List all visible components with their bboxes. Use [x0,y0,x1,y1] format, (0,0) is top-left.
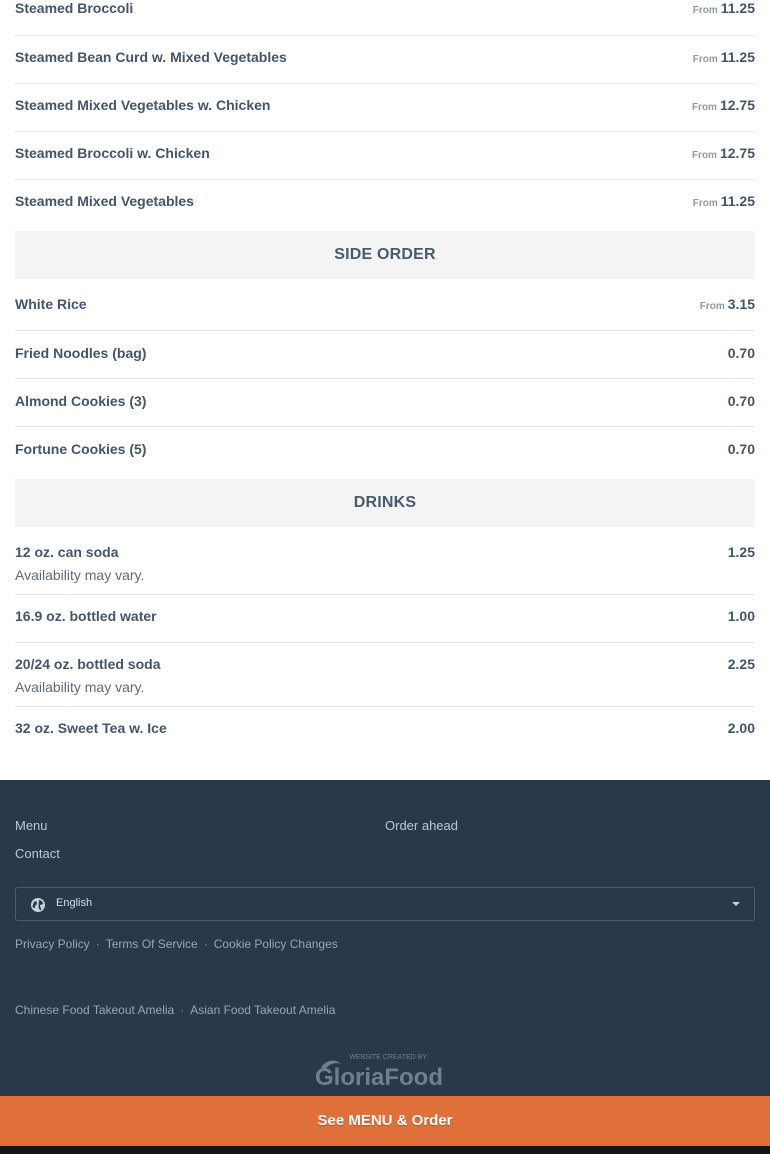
item-price: From 3.15 [700,296,755,312]
cookie-policy-link[interactable]: Cookie Policy Changes [214,937,338,951]
separator-dot: · [203,937,208,951]
footer-link-contact[interactable]: Contact [15,846,60,861]
menu-item[interactable]: Almond Cookies (3) 0.70 [15,379,755,427]
seo-link-asian-food[interactable]: Asian Food Takeout Amelia [190,1003,335,1017]
menu-item[interactable]: Fortune Cookies (5) 0.70 [15,427,755,479]
gloriafood-logo[interactable]: WEBSITE CREATED BY GloriaFood [315,1052,457,1091]
from-label: From [692,54,718,65]
from-label: From [691,150,717,161]
separator-dot: · [95,937,100,951]
item-name: Steamed Broccoli [15,0,134,16]
see-menu-order-button[interactable]: See MENU & Order [0,1096,770,1146]
seo-link-chinese-food[interactable]: Chinese Food Takeout Amelia [15,1003,174,1017]
item-name: Steamed Bean Curd w. Mixed Vegetables [15,49,287,65]
item-price: From 12.75 [692,145,755,161]
item-price: 1.00 [727,608,755,624]
item-description: Availability may vary. [15,679,145,695]
terms-of-service-link[interactable]: Terms Of Service [106,937,198,951]
caret-down-icon [732,902,740,906]
item-name: 32 oz. Sweet Tea w. Ice [15,720,167,736]
item-price: 1.25 [727,544,755,560]
language-value: English [56,897,93,909]
item-price: 0.70 [727,345,755,361]
from-label: From [692,5,718,16]
item-price: 2.25 [727,656,755,672]
item-price: From 11.25 [693,49,755,65]
menu-item[interactable]: Steamed Mixed Vegetables From 11.25 [15,180,755,231]
menu-item[interactable]: 16.9 oz. bottled water 1.00 [15,595,755,643]
item-name: Fried Noodles (bag) [15,345,147,361]
menu-item[interactable]: White Rice From 3.15 [15,279,755,331]
item-name: 16.9 oz. bottled water [15,608,157,624]
price-value: 12.75 [719,97,755,113]
price-value: 11.25 [720,193,755,209]
from-label: From [699,301,725,312]
from-label: From [691,102,717,113]
item-name: 20/24 oz. bottled soda [15,656,161,672]
item-name: Steamed Mixed Vegetables w. Chicken [15,97,271,113]
menu-item[interactable]: Steamed Mixed Vegetables w. Chicken From… [15,84,755,132]
footer-link-menu[interactable]: Menu [15,818,48,833]
menu-item[interactable]: Steamed Broccoli From 11.25 [15,0,755,36]
seo-links: Chinese Food Takeout Amelia · Asian Food T… [15,1003,335,1017]
item-name: Steamed Broccoli w. Chicken [15,145,210,161]
item-price: 0.70 [727,393,755,409]
menu-item[interactable]: 12 oz. can soda Availability may vary. 1… [15,527,755,595]
item-name: White Rice [15,296,87,312]
item-name: Almond Cookies (3) [15,393,147,409]
price-value: 3.15 [727,296,755,312]
price-value: 12.75 [719,145,755,161]
item-price: From 11.25 [693,193,755,209]
from-label: From [692,198,718,209]
menu-item[interactable]: Steamed Bean Curd w. Mixed Vegetables Fr… [15,36,755,84]
price-value: 11.25 [720,0,755,16]
brand-name: GloriaFood [315,1064,443,1088]
bottom-edge [0,1146,770,1154]
legal-links: Privacy Policy · Terms Of Service · Cookie P… [15,937,338,951]
footer-link-order-ahead[interactable]: Order ahead [385,818,458,833]
menu-item[interactable]: 20/24 oz. bottled soda Availability may … [15,643,755,707]
menu-item[interactable]: Steamed Broccoli w. Chicken From 12.75 [15,132,755,180]
item-name: 12 oz. can soda [15,544,119,560]
section-header-side-order: SIDE ORDER [15,231,755,279]
item-name: Steamed Mixed Vegetables [15,193,194,209]
price-value: 11.25 [720,49,755,65]
item-name: Fortune Cookies (5) [15,441,147,457]
privacy-policy-link[interactable]: Privacy Policy [15,937,90,951]
item-price: From 12.75 [692,97,755,113]
item-price: From 11.25 [693,0,755,16]
menu-item[interactable]: Fried Noodles (bag) 0.70 [15,331,755,379]
menu-list: Steamed Broccoli From 11.25 Steamed Bean … [15,0,755,754]
item-price: 2.00 [727,720,755,736]
item-description: Availability may vary. [15,567,145,583]
section-header-drinks: DRINKS [15,479,755,527]
brand-tagline: WEBSITE CREATED BY [349,1054,427,1061]
item-price: 0.70 [727,441,755,457]
globe-icon [30,897,46,913]
menu-item[interactable]: 32 oz. Sweet Tea w. Ice 2.00 [15,707,755,754]
separator-dot: · [180,1003,185,1017]
language-select[interactable]: English [15,887,755,921]
